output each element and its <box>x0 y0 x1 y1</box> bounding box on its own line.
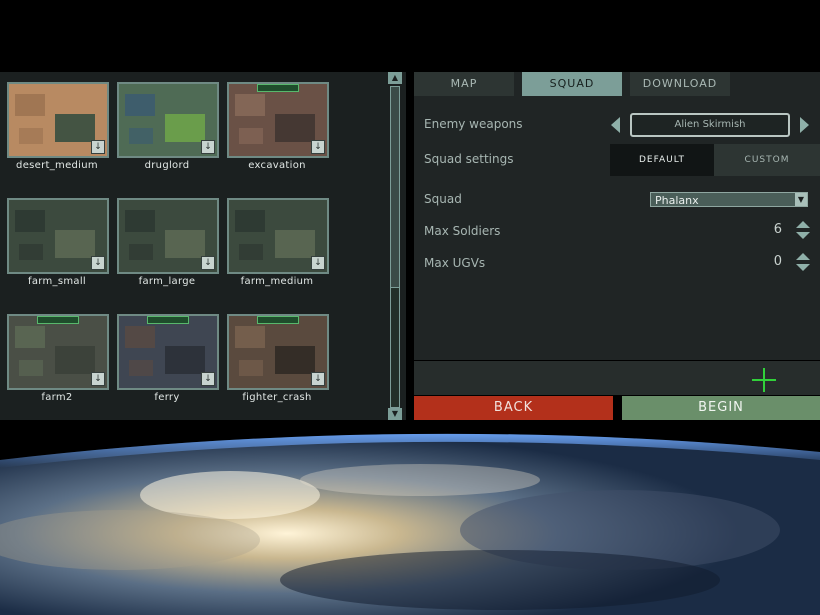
map-thumbnail[interactable]: ↓ <box>7 314 109 390</box>
map-name-label: ferry <box>154 392 180 403</box>
map-name-label: fighter_crash <box>242 392 312 403</box>
map-item[interactable]: ↓ farm_medium <box>222 190 332 302</box>
increase-arrow-icon[interactable] <box>796 253 810 260</box>
decrease-arrow-icon[interactable] <box>796 264 810 271</box>
download-icon: ↓ <box>311 372 325 386</box>
squad-select-value: Phalanx <box>655 194 699 207</box>
map-name-label: druglord <box>144 160 190 171</box>
tab-custom[interactable]: CUSTOM <box>714 144 820 176</box>
download-icon: ↓ <box>311 256 325 270</box>
map-item[interactable]: ↓ farm_large <box>112 190 222 302</box>
download-icon: ↓ <box>201 372 215 386</box>
map-name-label: farm_large <box>138 276 196 287</box>
scroll-thumb[interactable] <box>391 87 399 288</box>
begin-button[interactable]: BEGIN <box>622 396 820 420</box>
settings-panel: MAP SQUAD DOWNLOAD Enemy weapons Alien S… <box>414 72 820 360</box>
map-thumbnail[interactable]: ↓ <box>227 314 329 390</box>
download-icon: ↓ <box>91 256 105 270</box>
map-thumbnail[interactable]: ↓ <box>117 82 219 158</box>
map-item[interactable]: ↓ desert_medium <box>2 74 112 186</box>
scroll-up-arrow-icon[interactable]: ▲ <box>388 72 402 84</box>
tab-default[interactable]: DEFAULT <box>610 144 714 176</box>
map-name-label: desert_medium <box>16 160 98 171</box>
invasion-badge-icon <box>37 316 79 324</box>
decrease-arrow-icon[interactable] <box>796 232 810 239</box>
squad-label: Squad <box>424 192 462 206</box>
squad-select[interactable]: Phalanx ▼ <box>650 192 808 207</box>
map-name-label: farm_small <box>28 276 86 287</box>
back-button[interactable]: BACK <box>414 396 613 420</box>
enemy-weapons-next-arrow-icon[interactable] <box>800 117 809 133</box>
enemy-weapons-value[interactable]: Alien Skirmish <box>630 113 790 137</box>
max-soldiers-value: 6 <box>773 222 782 237</box>
download-icon: ↓ <box>201 140 215 154</box>
map-list-scrollbar[interactable]: ▲ ▼ <box>388 72 402 420</box>
map-item[interactable]: ↓ fighter_crash <box>222 306 332 418</box>
download-icon: ↓ <box>311 140 325 154</box>
map-item[interactable]: ↓ druglord <box>112 74 222 186</box>
scroll-down-arrow-icon[interactable]: ▼ <box>388 408 402 420</box>
map-thumbnail[interactable]: ↓ <box>7 82 109 158</box>
invasion-badge-icon <box>257 316 299 324</box>
tab-map[interactable]: MAP <box>414 72 514 96</box>
map-thumbnail[interactable]: ↓ <box>117 314 219 390</box>
chevron-down-icon[interactable]: ▼ <box>795 193 807 206</box>
map-thumbnail[interactable]: ↓ <box>117 198 219 274</box>
map-name-label: farm2 <box>41 392 73 403</box>
invasion-badge-icon <box>147 316 189 324</box>
scroll-track[interactable] <box>390 86 400 408</box>
max-ugvs-value: 0 <box>773 254 782 269</box>
map-item[interactable]: ↓ farm_small <box>2 190 112 302</box>
map-thumbnail[interactable]: ↓ <box>227 82 329 158</box>
map-list-panel: ↓ desert_medium ↓ druglord ↓ excavation ↓ farm_… <box>0 72 406 420</box>
invasion-badge-icon <box>257 84 299 92</box>
map-name-label: farm_medium <box>240 276 314 287</box>
map-item[interactable]: ↓ ferry <box>112 306 222 418</box>
squad-settings-label: Squad settings <box>424 152 514 166</box>
map-thumbnail[interactable]: ↓ <box>227 198 329 274</box>
map-item[interactable]: ↓ farm2 <box>2 306 112 418</box>
tab-squad[interactable]: SQUAD <box>522 72 622 96</box>
download-icon: ↓ <box>91 372 105 386</box>
map-item[interactable]: ↓ excavation <box>222 74 332 186</box>
max-soldiers-label: Max Soldiers <box>424 224 501 238</box>
earth-background-image <box>0 420 820 615</box>
download-icon: ↓ <box>91 140 105 154</box>
download-icon: ↓ <box>201 256 215 270</box>
tab-download[interactable]: DOWNLOAD <box>630 72 730 96</box>
map-thumbnail[interactable]: ↓ <box>7 198 109 274</box>
enemy-weapons-prev-arrow-icon[interactable] <box>611 117 620 133</box>
max-soldiers-stepper[interactable] <box>796 221 810 241</box>
crosshair-cursor-icon <box>752 368 776 392</box>
max-ugvs-label: Max UGVs <box>424 256 486 270</box>
max-ugvs-stepper[interactable] <box>796 253 810 273</box>
enemy-weapons-label: Enemy weapons <box>424 117 523 131</box>
increase-arrow-icon[interactable] <box>796 221 810 228</box>
map-name-label: excavation <box>248 160 306 171</box>
